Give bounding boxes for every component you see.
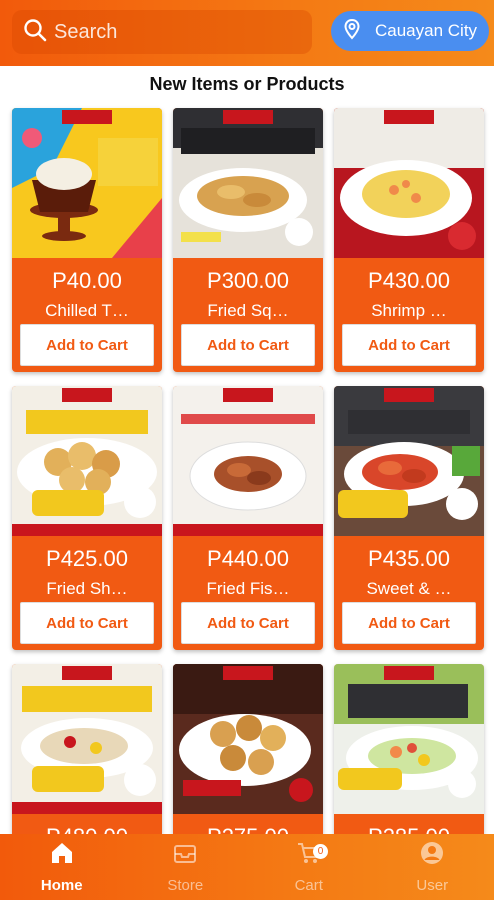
product-price: P435.00: [368, 546, 450, 571]
product-price: P440.00: [207, 546, 289, 571]
product-name: Shrimp …: [371, 301, 447, 320]
product-price: P300.00: [207, 268, 289, 293]
product-name: Chilled T…: [45, 301, 129, 320]
user-icon: [419, 840, 445, 871]
search-placeholder: Search: [54, 20, 118, 43]
product-image: [334, 386, 484, 536]
add-to-cart-button[interactable]: Add to Cart: [181, 324, 315, 366]
product-card[interactable]: P440.00 Fried Fis… Add to Cart: [173, 386, 323, 650]
product-card[interactable]: P40.00 Chilled T… Add to Cart: [12, 108, 162, 372]
city-label: Cauayan City: [375, 21, 478, 40]
product-name: Fried Sq…: [207, 301, 289, 320]
location-pin-icon: [341, 18, 363, 45]
nav-label-home: Home: [40, 877, 83, 894]
nav-item-user[interactable]: User: [371, 834, 494, 900]
product-image: [12, 108, 162, 258]
nav-label-store: Store: [167, 877, 204, 894]
add-to-cart-button[interactable]: Add to Cart: [20, 602, 154, 644]
product-card[interactable]: P425.00 Fried Sh… Add to Cart: [12, 386, 162, 650]
bottom-nav: Home Store 0 Cart User: [0, 834, 494, 900]
store-icon: [172, 840, 198, 871]
nav-label-cart: Cart: [294, 877, 323, 894]
product-image: [334, 108, 484, 258]
product-card[interactable]: P435.00 Sweet & … Add to Cart: [334, 386, 484, 650]
top-bar: Search Cauayan City: [0, 0, 494, 66]
product-image: [173, 386, 323, 536]
cart-badge: 0: [313, 844, 328, 859]
product-image: [334, 664, 484, 814]
product-name: Fried Sh…: [46, 579, 128, 598]
product-price: P430.00: [368, 268, 450, 293]
nav-label-user: User: [416, 877, 449, 894]
add-to-cart-button[interactable]: Add to Cart: [181, 602, 315, 644]
product-image: [12, 664, 162, 814]
product-card[interactable]: P430.00 Shrimp … Add to Cart: [334, 108, 484, 372]
product-card[interactable]: P300.00 Fried Sq… Add to Cart: [173, 108, 323, 372]
product-name: Sweet & …: [366, 579, 452, 598]
nav-item-home[interactable]: Home: [0, 834, 124, 900]
add-to-cart-button[interactable]: Add to Cart: [342, 324, 476, 366]
nav-item-store[interactable]: Store: [124, 834, 248, 900]
add-to-cart-button[interactable]: Add to Cart: [20, 324, 154, 366]
search-icon: [22, 17, 48, 48]
product-price: P40.00: [52, 268, 122, 293]
nav-item-cart[interactable]: 0 Cart: [247, 834, 371, 900]
product-image: [173, 664, 323, 814]
product-name: Fried Fis…: [206, 579, 290, 598]
product-image: [12, 386, 162, 536]
product-price: P425.00: [46, 546, 128, 571]
product-image: [173, 108, 323, 258]
city-selector-button[interactable]: Cauayan City: [331, 11, 489, 51]
search-input[interactable]: Search: [12, 10, 312, 54]
section-title: New Items or Products: [149, 74, 345, 94]
add-to-cart-button[interactable]: Add to Cart: [342, 602, 476, 644]
home-icon: [49, 840, 75, 871]
